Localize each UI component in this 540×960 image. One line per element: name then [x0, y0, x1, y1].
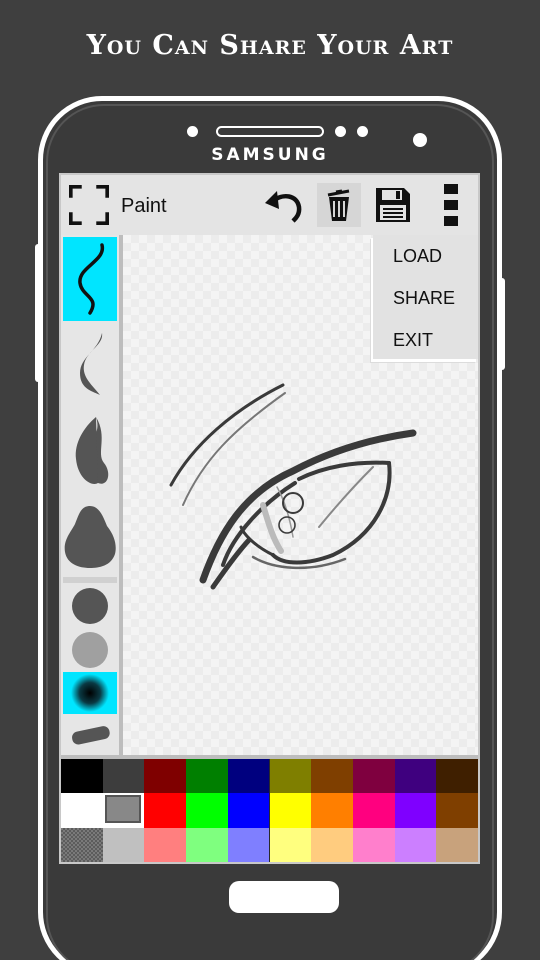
- color-swatch[interactable]: [186, 827, 228, 862]
- color-swatch[interactable]: [352, 793, 395, 828]
- color-swatch[interactable]: [436, 793, 478, 828]
- app-title: Paint: [121, 195, 167, 217]
- color-swatch[interactable]: [61, 827, 103, 862]
- color-swatch[interactable]: [394, 793, 437, 828]
- earpiece-speaker: [216, 126, 324, 137]
- undo-icon[interactable]: [263, 185, 303, 225]
- thin-stroke-tool[interactable]: [63, 237, 117, 321]
- thick-stroke-tool[interactable]: [63, 409, 117, 493]
- color-swatch[interactable]: [102, 827, 145, 862]
- color-swatch[interactable]: [436, 759, 478, 794]
- color-swatch[interactable]: [311, 827, 353, 862]
- solid-brush-tool[interactable]: [63, 585, 117, 627]
- color-swatch[interactable]: [227, 793, 270, 828]
- color-swatch[interactable]: [61, 759, 103, 794]
- color-swatch[interactable]: [227, 827, 270, 862]
- phone-brand: SAMSUNG: [211, 145, 329, 165]
- overflow-menu: LOAD SHARE EXIT: [373, 235, 478, 359]
- color-swatch[interactable]: [394, 759, 437, 794]
- action-bar: Paint: [61, 175, 478, 235]
- tool-divider: [63, 577, 117, 583]
- home-button: [229, 881, 339, 913]
- color-swatch[interactable]: [102, 759, 145, 794]
- sensor-dot-2: [357, 126, 368, 137]
- color-swatch[interactable]: [186, 793, 228, 828]
- fullscreen-icon[interactable]: [69, 185, 109, 225]
- color-swatch[interactable]: [269, 827, 312, 862]
- airbrush-tool[interactable]: [63, 672, 117, 714]
- color-swatch[interactable]: [269, 793, 312, 828]
- trash-icon[interactable]: [317, 183, 361, 227]
- power-button: [499, 278, 505, 370]
- color-swatch[interactable]: [436, 827, 478, 862]
- color-swatch[interactable]: [352, 827, 395, 862]
- current-background-color[interactable]: [105, 795, 141, 823]
- overflow-menu-icon[interactable]: [431, 184, 471, 226]
- blob-stroke-tool[interactable]: [63, 497, 117, 577]
- soft-brush-tool[interactable]: [63, 629, 117, 671]
- camera-dot-left: [187, 126, 198, 137]
- color-swatch[interactable]: [311, 759, 353, 794]
- color-swatch[interactable]: [311, 793, 353, 828]
- menu-item-load[interactable]: LOAD: [393, 246, 442, 267]
- marker-brush-tool[interactable]: [63, 717, 117, 755]
- tool-panel: [61, 235, 119, 755]
- color-swatch[interactable]: [227, 759, 270, 794]
- volume-button: [35, 244, 41, 382]
- sensor-dot-1: [335, 126, 346, 137]
- menu-item-share[interactable]: SHARE: [393, 288, 455, 309]
- menu-item-exit[interactable]: EXIT: [393, 330, 433, 351]
- medium-stroke-tool[interactable]: [63, 325, 117, 405]
- color-swatch[interactable]: [269, 759, 312, 794]
- color-swatch[interactable]: [144, 793, 187, 828]
- color-swatch[interactable]: [186, 759, 228, 794]
- headline: You Can Share Your Art: [86, 30, 454, 61]
- app-screen: Paint LOAD SHARE EXIT: [59, 173, 480, 864]
- color-swatch[interactable]: [394, 827, 437, 862]
- color-palette: [61, 759, 478, 862]
- save-icon[interactable]: [373, 185, 413, 225]
- color-swatch[interactable]: [144, 827, 187, 862]
- color-swatch[interactable]: [352, 759, 395, 794]
- color-swatch[interactable]: [144, 759, 187, 794]
